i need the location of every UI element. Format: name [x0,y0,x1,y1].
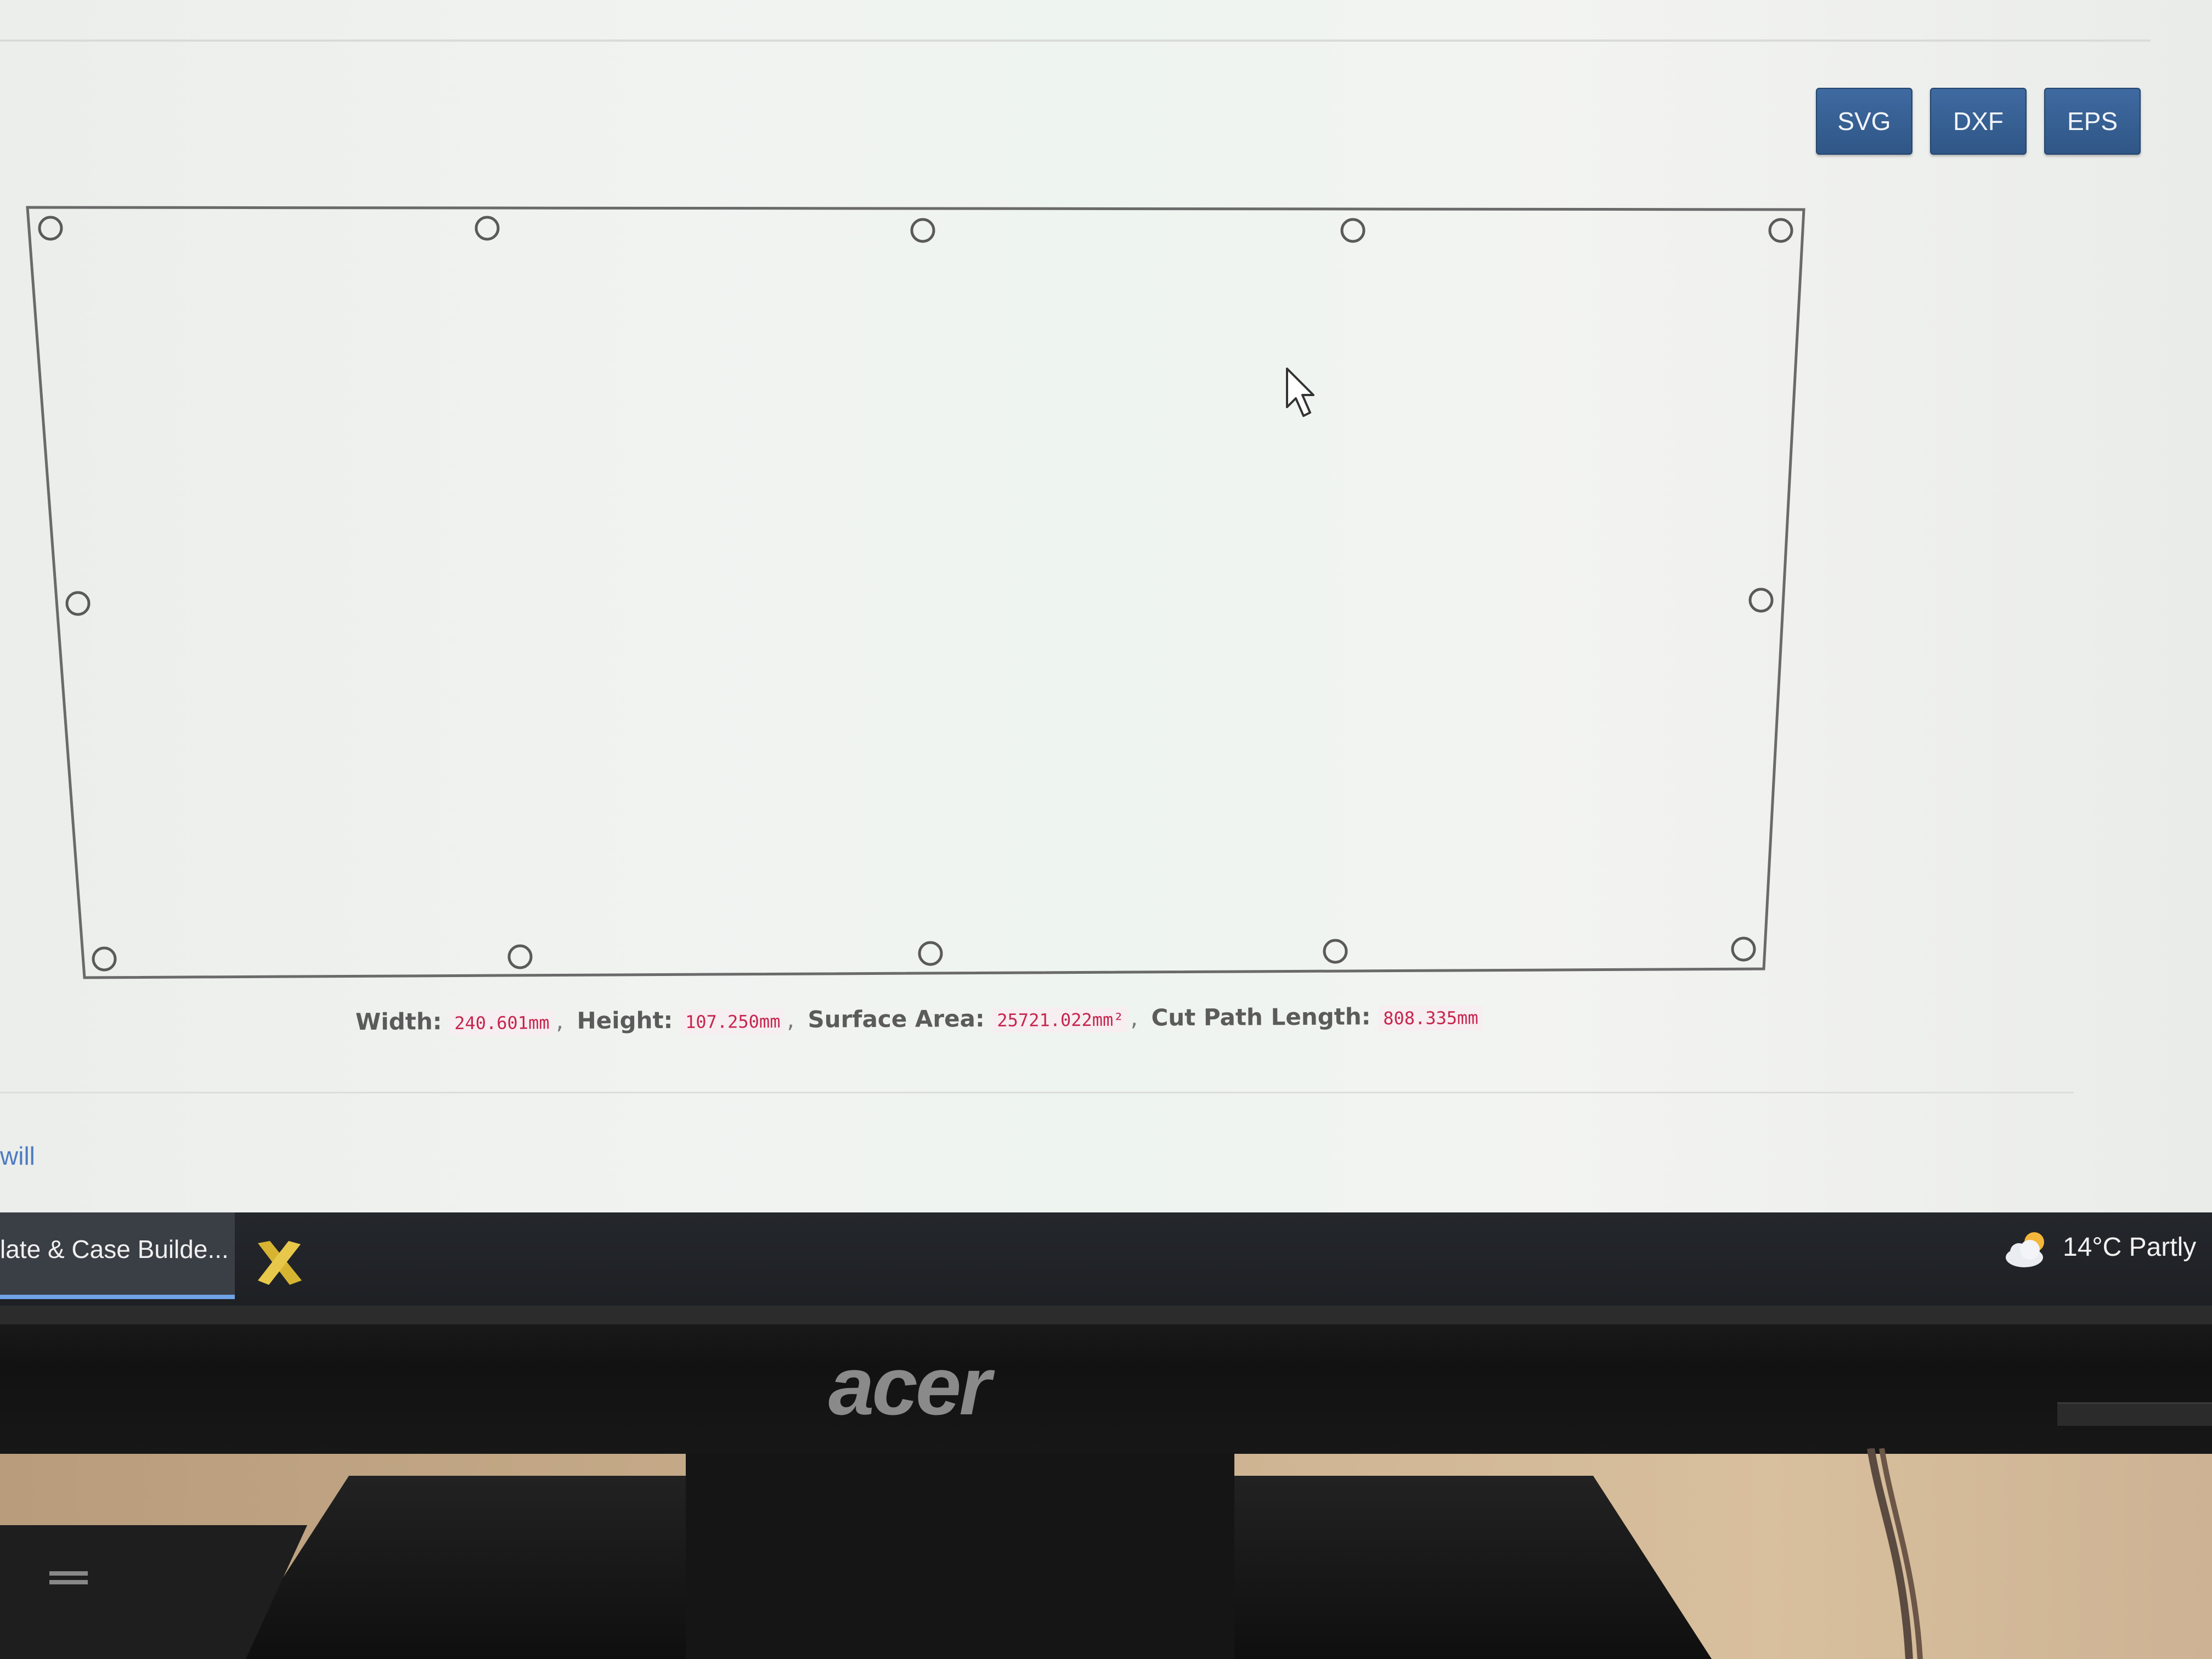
cut-path-value: 808.335mm [1379,1005,1483,1031]
monitor-stand [686,1454,1234,1659]
mount-hole [65,591,91,616]
separator: , [556,1007,564,1035]
height-value: 107.250mm [680,1008,785,1035]
mount-hole [507,944,533,969]
weather-temp: 14°C [2063,1233,2122,1262]
weather-desc: Partly [2129,1233,2197,1262]
mount-hole [1323,939,1348,964]
cursor-arrow-icon [1286,368,1314,417]
cut-path-label: Cut Path Length: [1151,1003,1371,1031]
bottom-divider [0,1092,2074,1093]
plate-outline [26,206,1805,979]
mount-hole [918,941,943,966]
screen: SVG DXF EPS Width: 240.601mm, Height: 10… [0,0,2212,1223]
mount-hole [475,216,500,241]
height-label: Height: [577,1006,673,1034]
cable [1867,1448,1923,1659]
taskbar-app-label: late & Case Builde... [0,1235,229,1263]
weather-readout[interactable]: 14°C Partly [2063,1232,2196,1262]
mount-hole [1768,218,1793,243]
surface-area-value: 25721.022mm² [992,1007,1128,1033]
mount-hole [38,216,63,241]
x-app-icon[interactable] [253,1237,306,1289]
plate-dimensions: Width: 240.601mm, Height: 107.250mm, Sur… [356,1002,1483,1047]
mount-hole [1731,936,1756,962]
partly-cloudy-icon[interactable] [2002,1228,2052,1272]
mount-hole [1340,218,1365,243]
separator: , [787,1006,794,1033]
width-value: 240.601mm [450,1010,554,1036]
power-button [2057,1402,2212,1426]
bezel-edge [0,1306,2212,1324]
partial-link[interactable]: will [0,1141,35,1171]
mount-hole [910,218,935,243]
surface-area-label: Surface Area: [808,1005,985,1033]
vent-icon [49,1571,88,1584]
width-label: Width: [355,1008,442,1035]
monitor-bezel: acer [0,1306,2212,1454]
taskbar-app-browser[interactable]: late & Case Builde... [0,1212,235,1299]
separator: , [1130,1004,1138,1031]
mount-hole [1748,588,1774,613]
mount-hole [92,946,117,972]
taskbar: late & Case Builde... 14°C Partly [0,1212,2212,1317]
brand-logo: acer [828,1340,991,1432]
